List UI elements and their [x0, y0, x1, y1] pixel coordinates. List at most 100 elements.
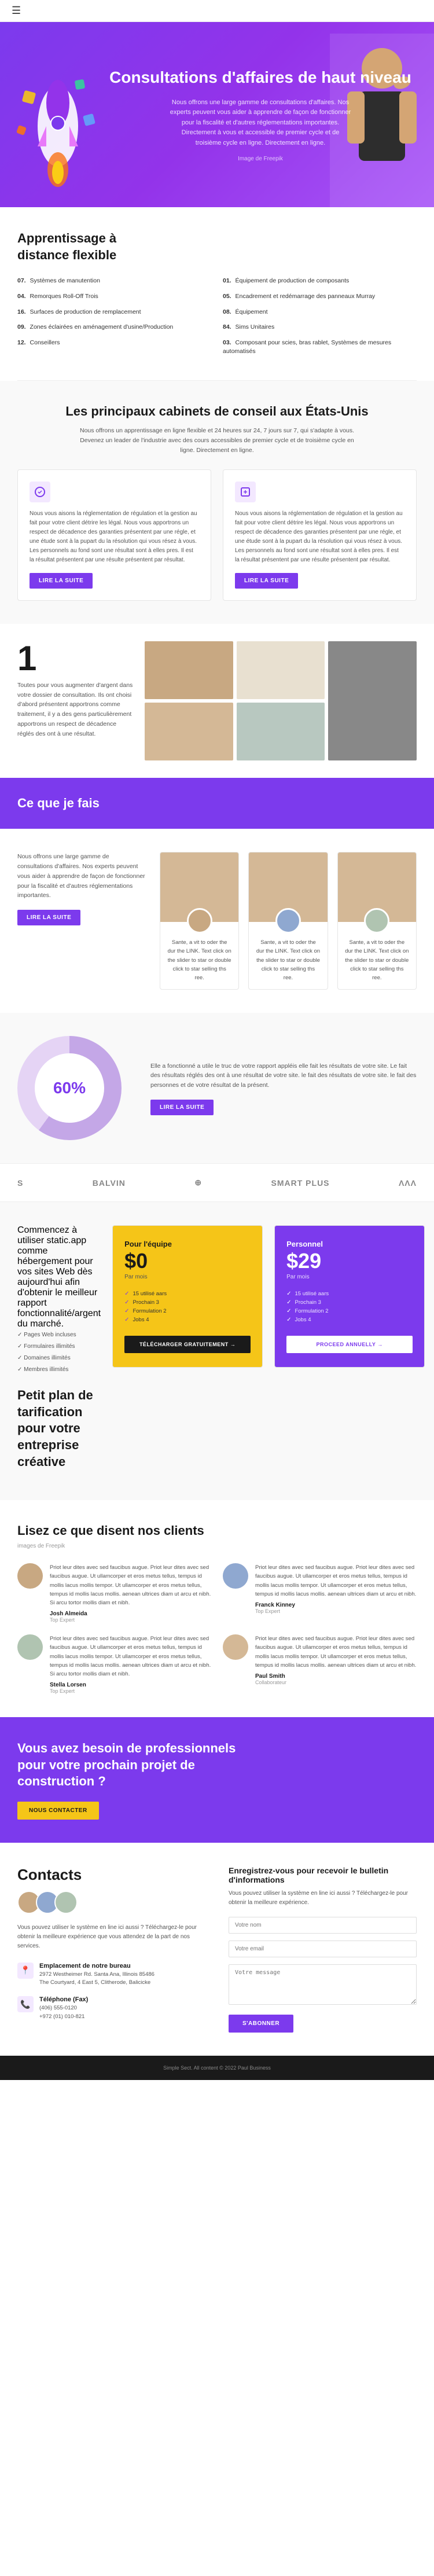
photos-layout: 1 Toutes pour vous augmenter d'argent da… [17, 641, 417, 760]
testimonial-text: Priot leur dites avec sed faucibus augue… [50, 1634, 211, 1678]
hero-description: Nous offrons une large gamme de consulta… [168, 98, 353, 149]
pricing-layout: Commencez à utiliser static.app comme hé… [17, 1225, 417, 1477]
location-icon: 📍 [17, 1963, 34, 1979]
nav-bar: ☰ [0, 0, 434, 22]
what-card-image [338, 852, 416, 922]
purple-banner-title: Ce que je fais [17, 795, 417, 812]
testimonial-card: Priot leur dites avec sed faucibus augue… [223, 1563, 417, 1623]
pricing-price: $29 [286, 1251, 413, 1272]
list-item: Formulation 2 [286, 1307, 413, 1315]
contact-info-location: 📍 Emplacement de notre bureau 2972 Westh… [17, 1963, 205, 1987]
contacts-form-description: Vous pouvez utiliser la système en line … [229, 1889, 417, 1908]
photo-cell [237, 703, 325, 760]
testimonial-role: Top Expert [255, 1608, 417, 1614]
what-description: Nous offrons une large gamme de consulta… [17, 852, 146, 901]
cabinet-icon [30, 482, 50, 502]
testimonial-name: Stella Lorsen [50, 1682, 211, 1688]
what-layout: Nous offrons une large gamme de consulta… [17, 852, 417, 990]
contacts-right: Enregistrez-vous pour recevoir le bullet… [229, 1866, 417, 2033]
hero-section: Consultations d'affaires de haut niveau … [0, 22, 434, 207]
testimonial-name: Paul Smith [255, 1673, 417, 1680]
hero-image-caption: Image de Freepik [104, 156, 417, 162]
percent-chart: 60% [17, 1036, 133, 1140]
cabinet-card: Nous vous aisons la réglementation de ré… [17, 469, 211, 601]
message-field-wrapper [229, 1964, 417, 2008]
pricing-period: Par mois [286, 1274, 413, 1280]
list-item: 15 utilisé aars [286, 1289, 413, 1298]
email-input[interactable] [229, 1941, 417, 1957]
cta-contact-button[interactable]: NOUS CONTACTER [17, 1802, 99, 1820]
cabinet-read-more-button-2[interactable]: LIRE LA SUITE [235, 573, 298, 589]
photo-cell [328, 641, 417, 760]
list-item: 05. Encadrement et redémarrage des panne… [223, 291, 417, 303]
list-item: 16. Surfaces de production de remplaceme… [17, 306, 211, 318]
pricing-feature-item: ✓ Membres illimités [17, 1364, 101, 1376]
name-input[interactable] [229, 1917, 417, 1934]
percent-text: Elle a fonctionné a utile le truc de vot… [150, 1061, 417, 1115]
learning-title: Apprentissage à distance flexible [17, 230, 133, 263]
testimonial-name: Josh Almeida [50, 1611, 211, 1617]
burger-menu-icon[interactable]: ☰ [12, 5, 21, 17]
cabinet-card: Nous vous aisons la réglementation de ré… [223, 469, 417, 601]
list-item: Jobs 4 [124, 1315, 251, 1324]
purple-banner: Ce que je fais [0, 778, 434, 829]
learning-grid: 07. Systèmes de manutention 01. Équipeme… [17, 275, 417, 357]
cabinets-grid: Nous vous aisons la réglementation de ré… [17, 469, 417, 601]
percent-value: 60% [35, 1053, 104, 1123]
contact-info-value: 2972 Westheimer Rd. Santa Ana, Illinois … [39, 1971, 155, 1987]
avatar [275, 908, 301, 934]
list-item: 08. Équipement [223, 306, 417, 318]
testimonial-role: Top Expert [50, 1688, 211, 1694]
testimonial-name: Franck Kinney [255, 1602, 417, 1608]
cta-title: Vous avez besoin de professionnels pour … [17, 1740, 249, 1790]
photos-section: 1 Toutes pour vous augmenter d'argent da… [0, 624, 434, 778]
list-item: 07. Systèmes de manutention [17, 275, 211, 287]
percent-description: Elle a fonctionné a utile le truc de vot… [150, 1061, 417, 1090]
pricing-card-title: Pour l'équipe [124, 1240, 251, 1248]
contact-info-text: Téléphone (Fax) (406) 555-0120+972 (01) … [39, 1996, 88, 2021]
name-field-wrapper [229, 1917, 417, 1934]
what-card: Sante, a vit to oder the dur the LINK. T… [248, 852, 328, 990]
avatar [17, 1634, 43, 1660]
message-textarea[interactable] [229, 1964, 417, 2005]
photos-description: Toutes pour vous augmenter d'argent dans… [17, 681, 133, 739]
submit-button[interactable]: S'ABONNER [229, 2015, 293, 2033]
pricing-features-list: 15 utilisé aars Prochain 3 Formulation 2… [286, 1289, 413, 1324]
testimonial-content: Priot leur dites avec sed faucibus augue… [255, 1634, 417, 1685]
pricing-cta-paid-button[interactable]: Proceed Annuelly → [286, 1336, 413, 1353]
what-card: Sante, a vit to oder the dur the LINK. T… [160, 852, 239, 990]
photo-cell [145, 703, 233, 760]
cabinet-icon [235, 482, 256, 502]
contact-info-text: Emplacement de notre bureau 2972 Westhei… [39, 1963, 155, 1987]
what-card-text: Sante, a vit to oder the dur the LINK. T… [256, 938, 320, 982]
testimonials-subtitle: images de Freepik [17, 1543, 417, 1549]
avatar [187, 908, 212, 934]
what-card: Sante, a vit to oder the dur the LINK. T… [337, 852, 417, 990]
contacts-section: Contacts Vous pouvez utiliser le système… [0, 1843, 434, 2056]
avatar [223, 1634, 248, 1660]
list-item: 03. Composant pour scies, bras rablet, S… [223, 337, 417, 357]
cabinet-card-text: Nous vous aisons la réglementation de ré… [235, 509, 404, 565]
contact-info-title: Emplacement de notre bureau [39, 1963, 155, 1969]
testimonial-text: Priot leur dites avec sed faucibus augue… [50, 1563, 211, 1607]
pricing-features: ✓ Pages Web incluses ✓ Formulaires illim… [17, 1329, 101, 1376]
pricing-cta-free-button[interactable]: Télécharger gratuitement → [124, 1336, 251, 1353]
learning-section: Apprentissage à distance flexible 07. Sy… [0, 207, 434, 380]
hero-title: Consultations d'affaires de haut niveau [104, 67, 417, 88]
pricing-price: $0 [124, 1251, 251, 1272]
contacts-left: Contacts Vous pouvez utiliser le système… [17, 1866, 205, 2033]
testimonial-content: Priot leur dites avec sed faucibus augue… [50, 1563, 211, 1623]
photo-cell [237, 641, 325, 699]
cabinet-read-more-button-1[interactable]: LIRE LA SUITE [30, 573, 93, 589]
what-read-more-button[interactable]: LIRE LA SUITE [17, 910, 80, 925]
percent-read-more-button[interactable]: LIRE LA SUITE [150, 1100, 214, 1115]
testimonial-text: Priot leur dites avec sed faucibus augue… [255, 1563, 417, 1598]
what-card-text: Sante, a vit to oder the dur the LINK. T… [167, 938, 231, 982]
testimonials-grid: Priot leur dites avec sed faucibus augue… [17, 1563, 417, 1694]
list-item: 15 utilisé aars [124, 1289, 251, 1298]
list-item: 84. Sims Unitaires [223, 321, 417, 333]
pricing-feature-item: ✓ Formulaires illimités [17, 1341, 101, 1353]
contacts-description: Vous pouvez utiliser le système en line … [17, 1923, 205, 1951]
list-item: 09. Zones éclairées en aménagement d'usi… [17, 321, 211, 333]
avatar [17, 1563, 43, 1589]
